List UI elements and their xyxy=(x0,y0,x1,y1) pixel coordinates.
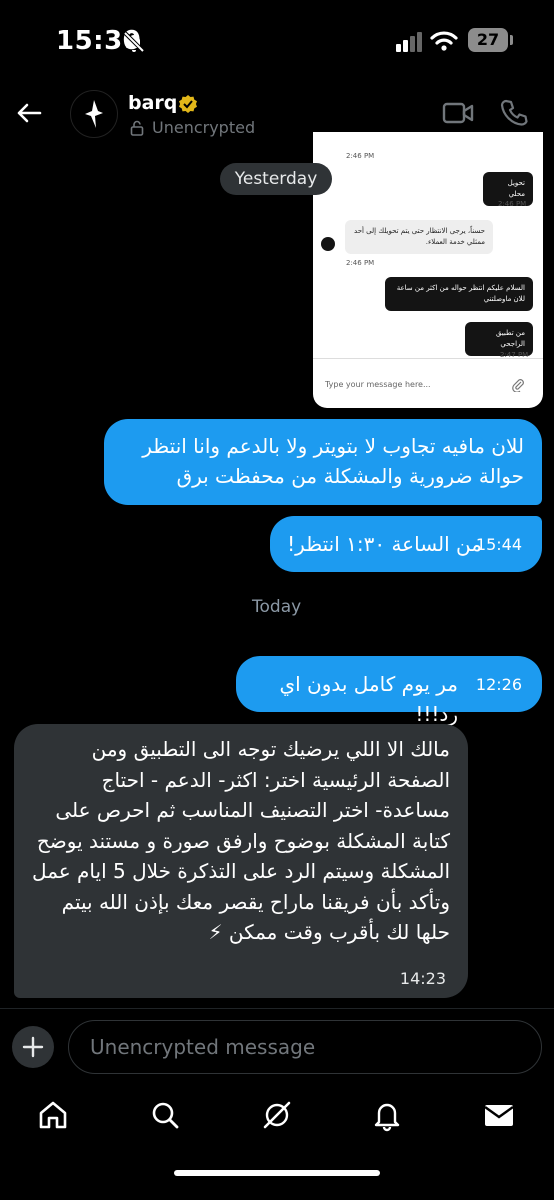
shot-message: السلام عليكم انتظر حواله من اكثر من ساعة… xyxy=(385,277,533,311)
bell-muted-icon xyxy=(123,31,145,53)
back-icon[interactable] xyxy=(14,98,44,128)
message-text: مالك الا اللي يرضيك توجه الى التطبيق ومن… xyxy=(32,737,450,944)
battery-indicator: 27 xyxy=(468,28,508,52)
contact-name[interactable]: barq xyxy=(128,92,177,114)
message-bubble-sent[interactable]: للان مافيه تجاوب لا بتويتر ولا بالدعم وا… xyxy=(104,419,542,505)
message-time: 14:23 xyxy=(399,969,446,988)
signal-icon xyxy=(396,32,424,52)
shot-timestamp: 2:46 PM xyxy=(346,259,375,267)
message-bubble-sent[interactable]: من الساعة ١:٣٠ انتظر! 15:44 xyxy=(270,516,542,572)
add-attachment-button[interactable] xyxy=(12,1026,54,1068)
attachment-icon xyxy=(512,379,524,392)
shot-avatar xyxy=(321,237,335,251)
composer-divider xyxy=(0,1008,554,1009)
message-text: من الساعة ١:٣٠ انتظر! xyxy=(287,532,482,556)
home-icon[interactable] xyxy=(36,1098,70,1132)
message-bubble-sent[interactable]: مر يوم كامل بدون اي رد!!! 12:26 xyxy=(236,656,542,726)
bell-icon[interactable] xyxy=(370,1098,404,1132)
wifi-icon xyxy=(430,31,458,51)
grok-icon[interactable] xyxy=(260,1098,294,1132)
encryption-status: Unencrypted xyxy=(152,118,256,137)
date-divider-today: Today xyxy=(252,597,302,617)
date-divider-yesterday: Yesterday xyxy=(220,163,332,195)
barq-logo-icon xyxy=(85,100,103,128)
shared-screenshot-image[interactable]: 2:46 PM تحويل محلي 2:46 PM حسناً، يرجى ا… xyxy=(313,132,543,408)
shot-input-placeholder: Type your message here... xyxy=(325,380,431,389)
plus-icon xyxy=(22,1036,44,1058)
phone-icon[interactable] xyxy=(500,98,528,128)
search-icon[interactable] xyxy=(148,1098,182,1132)
video-icon[interactable] xyxy=(442,100,474,126)
message-text: مر يوم كامل بدون اي رد!!! xyxy=(279,672,458,726)
home-indicator xyxy=(174,1170,380,1176)
message-input-placeholder: Unencrypted message xyxy=(90,1035,316,1059)
shot-timestamp: 2:46 PM xyxy=(498,200,527,208)
shot-timestamp: 2:46 PM xyxy=(346,152,375,160)
battery-tip xyxy=(510,35,513,45)
avatar[interactable] xyxy=(70,90,118,138)
message-bubble-received[interactable]: مالك الا اللي يرضيك توجه الى التطبيق ومن… xyxy=(14,724,468,998)
mail-icon[interactable] xyxy=(482,1098,516,1132)
message-time: 15:44 xyxy=(475,535,522,554)
message-text: للان مافيه تجاوب لا بتويتر ولا بالدعم وا… xyxy=(142,434,524,488)
lock-icon xyxy=(130,120,144,136)
message-time: 12:26 xyxy=(475,675,522,694)
shot-message: حسناً، يرجى الانتظار حتى يتم تحويلك إلى … xyxy=(345,220,493,254)
verified-icon xyxy=(179,95,197,113)
